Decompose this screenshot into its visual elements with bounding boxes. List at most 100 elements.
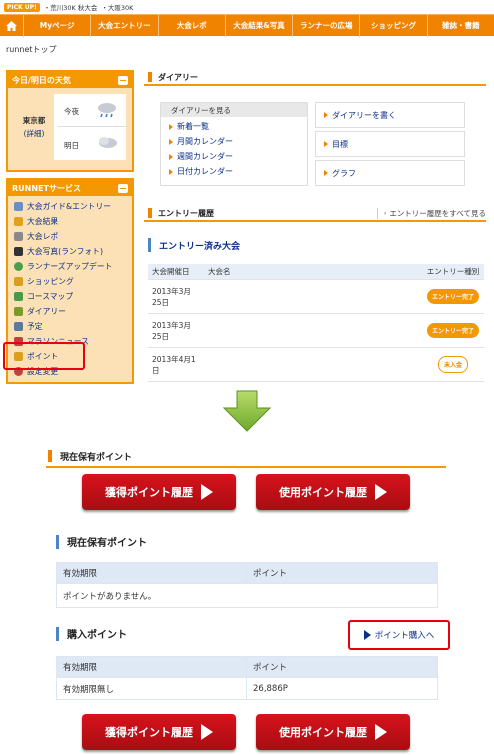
play-icon	[363, 630, 371, 640]
service-item-diary[interactable]: ダイアリー	[14, 304, 129, 319]
collapse-icon[interactable]	[118, 183, 128, 193]
entry-subtitle: エントリー済み大会	[148, 238, 240, 252]
entry-table-wrap: 大会開催日 大会名 エントリー種別 2013年3月25日 エントリー完了 201…	[148, 264, 484, 384]
service-item-photo[interactable]: 大会写真(ランフォト)	[14, 244, 129, 259]
arrow-icon	[169, 168, 173, 175]
weather-box: 今日/明日の天気 東京都 (詳細) 今夜 明日	[6, 70, 134, 172]
report-icon	[14, 232, 23, 241]
medal-icon	[14, 217, 23, 226]
home-button[interactable]	[0, 14, 24, 37]
purchase-points-table: 有効期限 ポイント 有効期限無し 26,886P	[56, 656, 438, 700]
table-row: 2013年3月25日 エントリー完了	[148, 279, 484, 314]
nav-item-plaza[interactable]: ランナーの広場	[293, 14, 361, 37]
diary-link-month[interactable]: 月間カレンダー	[169, 136, 299, 147]
diary-view-header: ダイアリーを見る	[161, 103, 307, 117]
weather-panel: 東京都 (詳細) 今夜 明日	[14, 94, 128, 160]
nav-item-mypage[interactable]: Myページ	[24, 14, 92, 37]
tomorrow-label: 明日	[64, 141, 79, 150]
service-item-coursemap[interactable]: コースマップ	[14, 289, 129, 304]
status-badge[interactable]: エントリー完了	[426, 323, 479, 338]
magnifier-icon	[14, 202, 23, 211]
nav-item-books[interactable]: 雑誌・書籍	[428, 15, 494, 37]
table-row: ポイントがありません。	[56, 583, 438, 608]
table-row: 有効期限無し 26,886P	[56, 677, 438, 700]
home-icon	[6, 20, 17, 31]
play-icon	[375, 484, 387, 500]
used-history-button[interactable]: 使用ポイント履歴	[256, 474, 410, 510]
pickup-link[interactable]: ・荒川30K 秋大会	[44, 2, 98, 12]
entry-table-header: 大会開催日 大会名 エントリー種別	[148, 264, 484, 280]
rain-icon	[96, 100, 118, 120]
refresh-icon	[14, 262, 23, 271]
map-icon	[14, 292, 23, 301]
current-points-table: 有効期限 ポイント ポイントがありません。	[56, 562, 438, 608]
points-header: 現在保有ポイント	[46, 446, 446, 468]
diary-icon	[14, 307, 23, 316]
arrow-icon	[324, 141, 328, 147]
service-item-update[interactable]: ランナーズアップデート	[14, 259, 129, 274]
camera-icon	[14, 247, 23, 256]
service-item-shopping[interactable]: ショッピング	[14, 274, 129, 289]
diary-title: ダイアリー	[158, 72, 198, 82]
purchase-points-title: 購入ポイント	[56, 626, 127, 641]
entry-title: エントリー履歴	[158, 208, 214, 218]
calendar-icon	[14, 322, 23, 331]
status-badge[interactable]: エントリー完了	[426, 289, 479, 304]
weather-detail-link[interactable]: (詳細)	[24, 128, 45, 139]
breadcrumb[interactable]: runnetトップ	[6, 44, 57, 55]
current-points-table-wrap: 有効期限 ポイント ポイントがありません。	[56, 562, 438, 608]
service-item-report[interactable]: 大会レポ	[14, 229, 129, 244]
earned-history-button[interactable]: 獲得ポイント履歴	[82, 474, 236, 510]
weather-header: 今日/明日の天気	[8, 72, 132, 88]
services-header: RUNNETサービス	[8, 180, 132, 196]
nav-item-report[interactable]: 大会レポ	[159, 14, 226, 37]
diary-link-new[interactable]: 新着一覧	[169, 121, 299, 132]
weather-city-cell: 東京都 (詳細)	[14, 94, 54, 160]
earned-history-button-bottom[interactable]: 獲得ポイント履歴	[82, 714, 236, 750]
table-row: 2013年3月25日 エントリー完了	[148, 313, 484, 348]
collapse-icon[interactable]	[118, 75, 128, 85]
entry-see-all-link[interactable]: › エントリー履歴をすべて見る	[376, 207, 486, 219]
purchase-points-table-wrap: 有効期限 ポイント 有効期限無し 26,886P	[56, 656, 438, 700]
point-highlight	[3, 342, 85, 370]
weather-city: 東京都	[22, 116, 46, 125]
chevron-right-icon: ›	[383, 209, 387, 217]
weather-title: 今日/明日の天気	[12, 75, 71, 85]
arrow-icon	[169, 123, 173, 130]
status-badge[interactable]: 未入金	[437, 356, 468, 373]
purchase-points-link[interactable]: ポイント購入へ	[348, 620, 450, 650]
global-nav: Myページ 大会エントリー 大会レポ 大会結果&写真 ランナーの広場 ショッピン…	[0, 14, 494, 37]
points-header-title: 現在保有ポイント	[60, 452, 133, 463]
diary-view-box: ダイアリーを見る 新着一覧 月間カレンダー 週間カレンダー 日付カレンダー	[160, 102, 308, 186]
nav-item-results[interactable]: 大会結果&写真	[226, 14, 294, 37]
play-icon	[201, 724, 213, 740]
diary-section: ダイアリー	[144, 70, 486, 86]
diary-goal-link[interactable]: 目標	[315, 131, 465, 157]
play-icon	[375, 724, 387, 740]
diary-link-week[interactable]: 週間カレンダー	[169, 151, 299, 162]
cloud-icon	[96, 134, 118, 152]
current-points-title: 現在保有ポイント	[56, 534, 147, 549]
nav-item-shopping[interactable]: ショッピング	[360, 14, 428, 37]
empty-message: ポイントがありません。	[56, 583, 438, 608]
pickup-link[interactable]: ・大阪30K	[101, 2, 133, 12]
diary-write-link[interactable]: ダイアリーを書く	[315, 102, 465, 128]
diary-graph-link[interactable]: グラフ	[315, 160, 465, 186]
table-header: 有効期限 ポイント	[56, 562, 438, 584]
pickup-bar: PICK UP! ・荒川30K 秋大会 ・大阪30K	[0, 0, 494, 14]
service-item-guide[interactable]: 大会ガイド&エントリー	[14, 199, 129, 214]
used-history-button-bottom[interactable]: 使用ポイント履歴	[256, 714, 410, 750]
cart-icon	[14, 277, 23, 286]
diary-link-date[interactable]: 日付カレンダー	[169, 166, 299, 177]
down-arrow-icon	[222, 390, 272, 434]
arrow-icon	[169, 153, 173, 160]
nav-item-entry[interactable]: 大会エントリー	[91, 14, 159, 37]
arrow-icon	[169, 138, 173, 145]
entry-header: エントリー履歴 › エントリー履歴をすべて見る	[144, 206, 486, 222]
services-title: RUNNETサービス	[12, 183, 81, 193]
table-row: 2013年4月1日 未入金	[148, 347, 484, 382]
service-item-results[interactable]: 大会結果	[14, 214, 129, 229]
tonight-label: 今夜	[64, 107, 79, 116]
service-item-schedule[interactable]: 予定	[14, 319, 129, 334]
entry-table: 大会開催日 大会名 エントリー種別 2013年3月25日 エントリー完了 201…	[148, 264, 484, 382]
